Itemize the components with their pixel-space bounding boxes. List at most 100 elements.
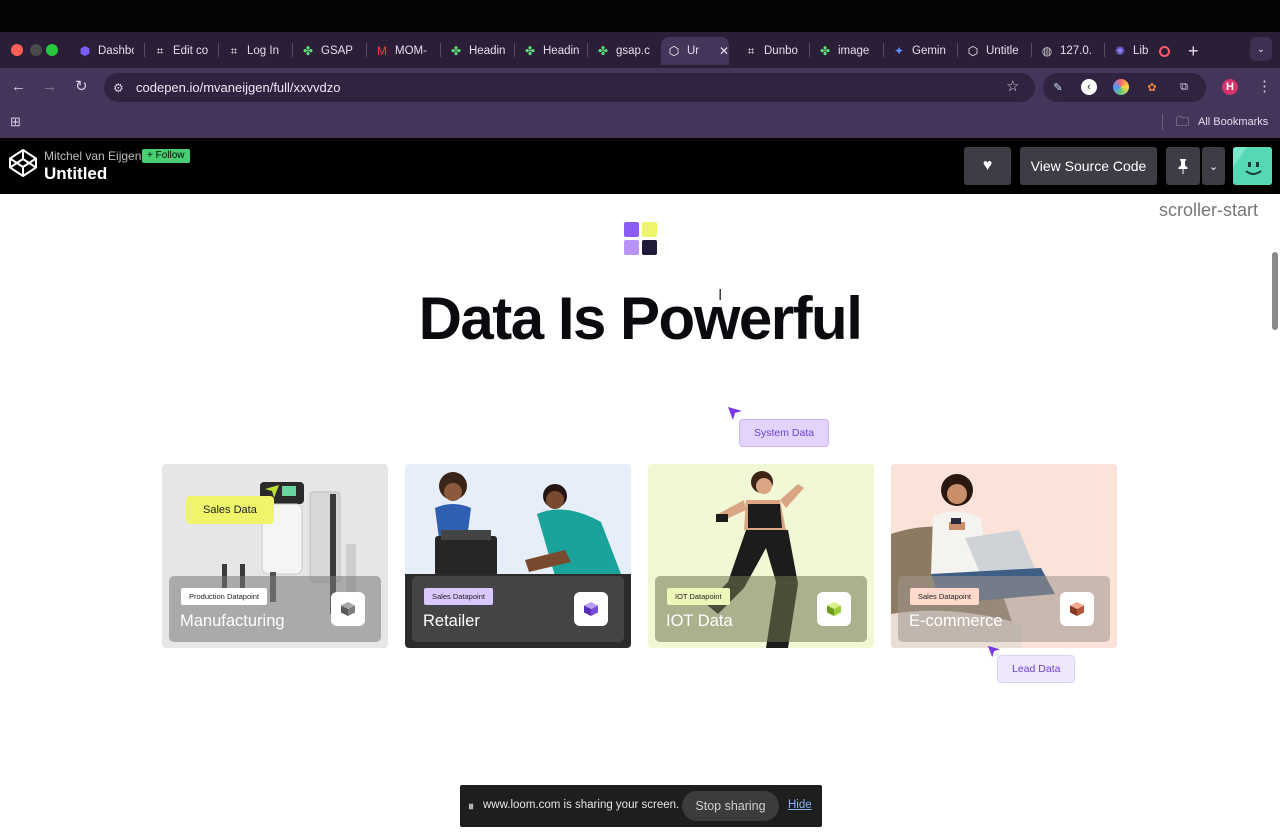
cube-button[interactable]: [574, 592, 608, 626]
tab-separator: [957, 43, 958, 57]
browser-tab[interactable]: ⌗ Edit co: [147, 37, 217, 65]
lead-data-tag: Lead Data: [997, 655, 1076, 683]
tab-label: image: [838, 45, 870, 57]
tab-separator: [366, 43, 367, 57]
card-e-commerce[interactable]: Sales Datapoint E-commerce: [891, 464, 1117, 648]
browser-tab[interactable]: ✤ GSAP: [295, 37, 365, 65]
reload-icon[interactable]: ↻: [75, 79, 88, 95]
card-title: IOT Data: [666, 612, 733, 630]
tab-separator: [587, 43, 588, 57]
pin-button[interactable]: [1166, 147, 1200, 185]
browser-tab[interactable]: ⬡ Un ✕: [661, 37, 729, 65]
clover-icon: ✤: [450, 44, 462, 58]
tab-label: Headin: [469, 45, 505, 57]
tab-separator: [292, 43, 293, 57]
follow-button[interactable]: + Follow: [142, 149, 190, 163]
all-bookmarks-link[interactable]: All Bookmarks: [1198, 116, 1268, 128]
sparkle-icon: ✦: [893, 44, 905, 58]
url-text[interactable]: codepen.io/mvaneijgen/full/xxvvdzo: [136, 80, 341, 95]
browser-tab[interactable]: ✤ image: [812, 37, 882, 65]
stop-sharing-button[interactable]: Stop sharing: [682, 791, 779, 821]
clover-icon: ✤: [597, 44, 609, 58]
codepen-logo-icon[interactable]: [8, 148, 38, 178]
tab-separator: [218, 43, 219, 57]
browser-tab[interactable]: ⬢ Dashbo: [72, 37, 142, 65]
view-source-button[interactable]: View Source Code: [1020, 147, 1157, 185]
pin-dropdown-button[interactable]: ⌄: [1202, 147, 1225, 185]
browser-tab[interactable]: ✤ gsap.c: [590, 37, 658, 65]
profile-avatar[interactable]: H: [1222, 79, 1238, 95]
tab-separator: [809, 43, 810, 57]
chevron-down-icon: ⌄: [1208, 160, 1219, 173]
sales-data-tag: Sales Data: [186, 496, 274, 524]
apps-grid-icon[interactable]: ⊞: [10, 114, 21, 130]
card-title: Manufacturing: [180, 612, 285, 630]
card-retailer[interactable]: Sales Datapoint Retailer: [405, 464, 631, 648]
cube-button[interactable]: [817, 592, 851, 626]
grid-icon: ⌗: [230, 43, 238, 58]
browser-tab[interactable]: ⬡ Untitle: [960, 37, 1030, 65]
pen-title: Untitled: [44, 164, 108, 183]
author-name[interactable]: Mitchel van Eijgen: [44, 149, 141, 163]
tab-label: Un: [687, 45, 699, 57]
browser-tab[interactable]: ✦ Gemin: [886, 37, 956, 65]
tab-separator: [1104, 43, 1105, 57]
grid-icon: ⌗: [156, 43, 164, 58]
tab-separator: [440, 43, 441, 57]
new-tab-button[interactable]: +: [1182, 37, 1199, 65]
screen-share-message: www.loom.com is sharing your screen.: [483, 799, 680, 811]
site-settings-icon[interactable]: ⚙: [113, 80, 124, 96]
brand-logo-icon: [624, 222, 658, 256]
text-cursor-icon: I: [718, 286, 723, 304]
like-button[interactable]: ♥: [964, 147, 1011, 185]
tab-label: gsap.c: [616, 45, 650, 57]
browser-tab[interactable]: ◍ 127.0.: [1034, 37, 1104, 65]
clover-icon: ✤: [819, 44, 831, 58]
cube-button[interactable]: [1060, 592, 1094, 626]
tab-label: Gemin: [912, 45, 946, 57]
pause-icon: ⏸: [468, 799, 475, 813]
tab-label: Log In: [247, 45, 279, 57]
forward-icon[interactable]: →: [42, 79, 57, 95]
cube-icon: [341, 602, 355, 616]
menu-icon[interactable]: ⋮: [1257, 79, 1272, 95]
card-chip: Production Datapoint: [181, 588, 268, 605]
system-data-tag: System Data: [739, 419, 830, 447]
tab-separator: [883, 43, 884, 57]
card-chip: Sales Datapoint: [910, 588, 979, 605]
browser-tab[interactable]: ✤ Headin: [443, 37, 513, 65]
minimize-window-button[interactable]: [30, 44, 42, 56]
close-tab-icon[interactable]: ✕: [719, 44, 729, 58]
tab-label: Edit co: [173, 45, 209, 57]
card-title: E-commerce: [909, 612, 1003, 630]
heart-icon: ♥: [982, 157, 993, 174]
user-avatar[interactable]: [1233, 147, 1272, 185]
pin-icon: [1178, 159, 1188, 174]
cookie-extension-icon[interactable]: ✿: [1144, 79, 1160, 95]
clover-icon: ✤: [524, 44, 536, 58]
card-iot-data[interactable]: IOT Datapoint IOT Data: [648, 464, 874, 648]
browser-tab[interactable]: M MOM-: [369, 37, 439, 65]
gear-icon: ✺: [1114, 44, 1126, 58]
back-icon[interactable]: ←: [11, 79, 26, 95]
bookmark-star-icon[interactable]: ☆: [1006, 79, 1019, 95]
hide-share-bar-link[interactable]: Hide: [788, 799, 812, 811]
card-title: Retailer: [423, 612, 480, 630]
tab-search-button[interactable]: ⌄: [1250, 37, 1272, 61]
codepen-icon: ⬡: [967, 44, 979, 58]
browser-tab[interactable]: ⌗ Log In: [221, 37, 291, 65]
zoom-window-button[interactable]: [46, 44, 58, 56]
colorpicker-extension-icon[interactable]: ✎: [1050, 79, 1066, 95]
screen-top-strip: [0, 0, 1280, 32]
page-headline: Data Is Powerful: [418, 285, 863, 352]
close-window-button[interactable]: [11, 44, 23, 56]
cube-button[interactable]: [331, 592, 365, 626]
puzzle-extension-icon[interactable]: ⧉: [1176, 79, 1192, 95]
folder-icon: 🗀: [1176, 114, 1190, 129]
pencil-extension-icon[interactable]: [1113, 79, 1129, 95]
browser-tab[interactable]: ✤ Headin: [517, 37, 587, 65]
grid-icon: ⌗: [747, 43, 755, 58]
browser-tab[interactable]: ✺ Lib: [1107, 37, 1179, 65]
browser-tab[interactable]: ⌗ Dunbo: [738, 37, 808, 65]
back-extension-icon[interactable]: ‹: [1081, 79, 1097, 95]
